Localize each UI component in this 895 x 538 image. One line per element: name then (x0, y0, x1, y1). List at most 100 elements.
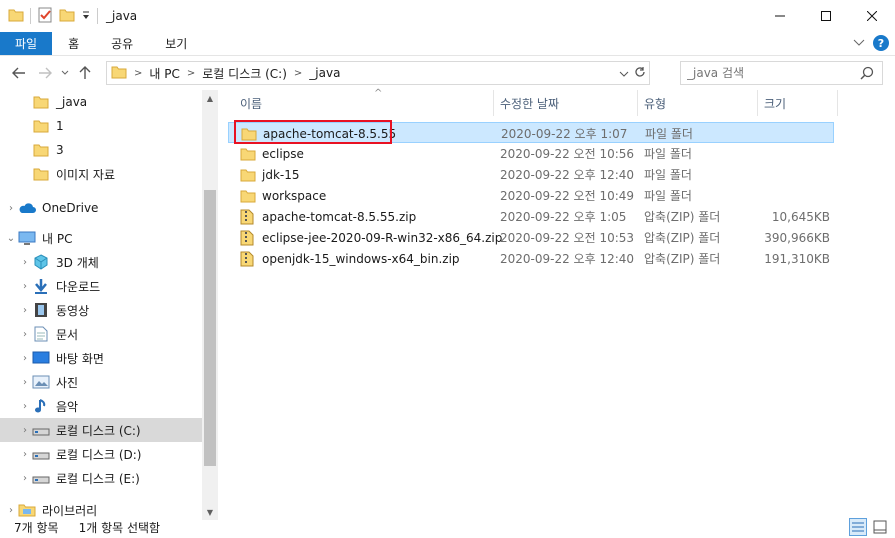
sidebar-item[interactable]: 이미지 자료 (0, 162, 202, 186)
chevron-right-icon[interactable]: › (4, 505, 18, 516)
table-row[interactable]: eclipse-jee-2020-09-R-win32-x86_64.zip 20… (228, 227, 834, 248)
film-icon (32, 302, 50, 318)
column-header-size[interactable]: 크기 (758, 90, 838, 116)
chevron-down-icon[interactable]: ⌄ (4, 233, 18, 244)
sidebar-item[interactable]: › 바탕 화면 (0, 346, 202, 370)
chevron-right-icon[interactable]: › (18, 353, 32, 364)
folder-icon (32, 166, 50, 182)
tab-file[interactable]: 파일 (0, 32, 53, 55)
forward-arrow-icon (39, 67, 52, 79)
breadcrumb-java[interactable]: _java (305, 66, 344, 80)
refresh-icon[interactable] (634, 66, 646, 81)
chevron-right-icon[interactable]: › (18, 401, 32, 412)
sidebar-item[interactable]: 3 (0, 138, 202, 162)
customize-dropdown-icon[interactable] (81, 9, 91, 24)
sidebar-item[interactable]: › 동영상 (0, 298, 202, 322)
column-header-date[interactable]: 수정한 날짜 (494, 90, 638, 116)
scroll-thumb[interactable] (204, 190, 216, 466)
folder-icon (32, 94, 50, 110)
breadcrumb-this-pc[interactable]: 내 PC (145, 65, 183, 82)
sidebar-item[interactable]: › OneDrive (0, 196, 202, 220)
sidebar-item-label: 사진 (56, 375, 79, 390)
sidebar-item-label: 동영상 (56, 303, 90, 318)
file-name-cell: workspace (240, 185, 326, 206)
search-icon[interactable] (860, 66, 874, 83)
sidebar-item[interactable]: ⌄ 내 PC (0, 226, 202, 250)
file-type: 파일 폴더 (645, 127, 693, 141)
details-view-button[interactable] (849, 518, 867, 536)
chevron-right-icon[interactable]: › (18, 305, 32, 316)
up-button[interactable] (72, 62, 98, 84)
sidebar-item-label: 3 (56, 143, 64, 157)
details-view-icon (852, 522, 864, 532)
search-input[interactable] (681, 63, 851, 83)
scroll-up-icon[interactable]: ▲ (202, 90, 218, 106)
large-icons-view-button[interactable] (871, 518, 889, 536)
chevron-right-icon[interactable]: › (18, 281, 32, 292)
new-folder-icon[interactable] (59, 8, 75, 25)
chevron-right-icon[interactable]: › (4, 203, 18, 214)
chevron-right-icon[interactable]: › (18, 449, 32, 460)
tab-share[interactable]: 공유 (95, 32, 149, 55)
back-button[interactable] (6, 62, 32, 84)
nav-scrollbar[interactable]: ▲ ▼ (202, 90, 218, 520)
chevron-right-icon[interactable]: › (18, 257, 32, 268)
window-title: _java (106, 9, 138, 23)
folder-icon (8, 8, 24, 25)
folder-icon (240, 188, 256, 204)
navigation-pane: _java 1 3 이미지 자료 › OneDrive ⌄ 내 PC › 3D 개체 › 다운로드 › 동… (0, 90, 218, 520)
file-date: 2020-09-22 오후 12:40 (500, 168, 635, 182)
sidebar-item[interactable]: 1 (0, 114, 202, 138)
file-name: eclipse (262, 146, 304, 161)
chevron-right-icon[interactable]: › (18, 425, 32, 436)
file-type: 압축(ZIP) 폴더 (644, 252, 721, 266)
forward-button[interactable] (32, 62, 58, 84)
chevron-right-icon[interactable]: › (18, 377, 32, 388)
folder-icon (107, 65, 131, 82)
file-name: workspace (262, 188, 327, 203)
table-row[interactable]: openjdk-15_windows-x64_bin.zip 2020-09-22… (228, 248, 834, 269)
drive-icon (32, 470, 50, 486)
address-dropdown-icon[interactable] (619, 66, 629, 80)
sidebar-item[interactable]: › 사진 (0, 370, 202, 394)
file-name-cell: eclipse (240, 143, 304, 164)
maximize-button[interactable] (803, 0, 849, 32)
address-bar[interactable]: > 내 PC > 로컬 디스크 (C:) > _java (106, 61, 650, 85)
minimize-button[interactable] (757, 0, 803, 32)
table-row[interactable]: workspace 2020-09-22 오전 10:49 파일 폴더 (228, 185, 834, 206)
tab-view[interactable]: 보기 (149, 32, 203, 55)
sidebar-item[interactable]: › 로컬 디스크 (E:) (0, 466, 202, 490)
document-icon (32, 326, 50, 342)
recent-locations-button[interactable] (58, 62, 72, 84)
expand-ribbon-icon[interactable] (853, 36, 865, 50)
sidebar-item[interactable]: › 로컬 디스크 (D:) (0, 442, 202, 466)
table-row[interactable]: eclipse 2020-09-22 오전 10:56 파일 폴더 (228, 143, 834, 164)
table-row[interactable]: jdk-15 2020-09-22 오후 12:40 파일 폴더 (228, 164, 834, 185)
up-arrow-icon (79, 66, 91, 79)
address-row: > 내 PC > 로컬 디스크 (C:) > _java (0, 58, 895, 88)
sidebar-item[interactable]: _java (0, 90, 202, 114)
sort-ascending-icon: ^ (374, 88, 383, 99)
file-name: eclipse-jee-2020-09-R-win32-x86_64.zip (262, 230, 503, 245)
sidebar-item[interactable]: › 음악 (0, 394, 202, 418)
chevron-right-icon[interactable]: › (18, 329, 32, 340)
cube-icon (32, 254, 50, 270)
chevron-right-icon[interactable]: > (291, 68, 305, 79)
file-name: apache-tomcat-8.5.55.zip (262, 209, 417, 224)
sidebar-item[interactable]: › 로컬 디스크 (C:) (0, 418, 202, 442)
sidebar-item[interactable]: › 문서 (0, 322, 202, 346)
help-icon[interactable]: ? (873, 35, 889, 51)
sidebar-item[interactable]: › 다운로드 (0, 274, 202, 298)
chevron-right-icon[interactable]: > (184, 68, 198, 79)
close-button[interactable] (849, 0, 895, 32)
chevron-right-icon[interactable]: > (131, 68, 145, 79)
search-box (680, 61, 883, 85)
chevron-right-icon[interactable]: › (18, 473, 32, 484)
tab-home[interactable]: 홈 (52, 32, 95, 55)
table-row[interactable]: apache-tomcat-8.5.55.zip 2020-09-22 오후 1:… (228, 206, 834, 227)
sidebar-item[interactable]: › 3D 개체 (0, 250, 202, 274)
breadcrumb-local-disk-c[interactable]: 로컬 디스크 (C:) (198, 65, 291, 82)
column-header-name[interactable]: 이름 ^ (234, 88, 494, 116)
column-header-type[interactable]: 유형 (638, 90, 758, 116)
properties-icon[interactable] (37, 7, 53, 26)
